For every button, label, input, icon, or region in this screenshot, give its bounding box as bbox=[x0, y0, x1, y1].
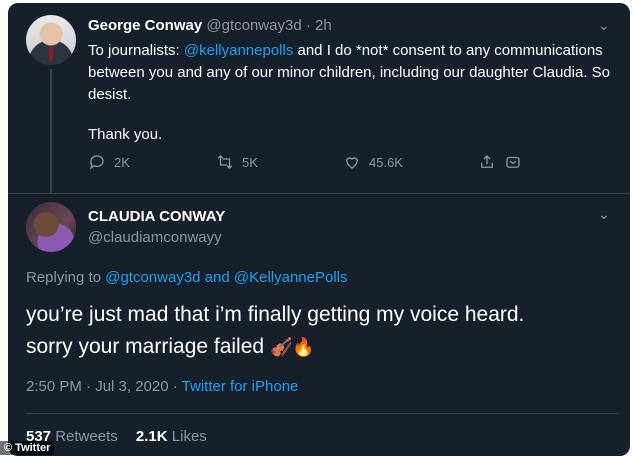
tweet-source[interactable]: Twitter for iPhone bbox=[182, 378, 299, 395]
avatar[interactable] bbox=[26, 15, 76, 65]
retweet-count: 5K bbox=[242, 154, 258, 170]
stats-divider bbox=[26, 413, 618, 414]
like-count: 45.6K bbox=[369, 154, 403, 170]
replying-to: Replying to @gtconway3d and @KellyannePo… bbox=[26, 269, 348, 286]
likes-label[interactable]: Likes bbox=[172, 428, 207, 445]
share-button[interactable] bbox=[478, 153, 522, 171]
reply-count: 2K bbox=[114, 154, 130, 170]
replying-label: Replying to bbox=[26, 269, 102, 286]
tweet-text: To journalists: @kellyannepolls and I do… bbox=[88, 40, 618, 146]
mention-link[interactable]: @KellyannePolls bbox=[234, 269, 348, 286]
reply-button[interactable]: 2K bbox=[88, 153, 130, 171]
source-watermark: © Twitter bbox=[0, 441, 55, 455]
like-icon bbox=[346, 157, 358, 169]
tweet-text-prefix: To journalists: bbox=[88, 42, 184, 59]
likes-count[interactable]: 2.1K bbox=[136, 428, 168, 445]
author-name[interactable]: CLAUDIA CONWAY bbox=[88, 208, 225, 225]
violin-fire-emoji: 🎻🔥 bbox=[269, 337, 315, 358]
tweet-meta: 2:50 PM · Jul 3, 2020 · Twitter for iPho… bbox=[26, 378, 298, 395]
author-handle[interactable]: @claudiamconwayy bbox=[88, 229, 222, 246]
dm-share-icon[interactable] bbox=[504, 153, 522, 171]
thread-connector bbox=[50, 69, 52, 193]
mention-link[interactable]: @gtconway3d bbox=[105, 269, 200, 286]
reply-icon bbox=[89, 155, 104, 170]
chevron-down-icon[interactable]: ⌄ bbox=[598, 206, 610, 223]
retweets-label[interactable]: Retweets bbox=[55, 428, 118, 445]
mention-link[interactable]: @kellyannepolls bbox=[184, 42, 293, 59]
retweet-icon bbox=[217, 155, 233, 169]
tweet-thread-card: George Conway @gtconway3d · 2h ⌄ To jour… bbox=[8, 3, 630, 456]
tweet-time[interactable]: · 2h bbox=[306, 17, 332, 34]
retweet-button[interactable]: 5K bbox=[216, 153, 258, 171]
avatar[interactable] bbox=[26, 202, 76, 252]
tweet-text-line-2: sorry your marriage failed bbox=[26, 335, 265, 358]
author-handle[interactable]: @gtconway3d bbox=[206, 17, 301, 34]
share-icon bbox=[481, 155, 493, 168]
tweet-text-line: you’re just mad that i’m finally getting… bbox=[26, 303, 525, 326]
tweet-text: you’re just mad that i’m finally getting… bbox=[26, 299, 616, 363]
tweet-timestamp[interactable]: 2:50 PM · Jul 3, 2020 · bbox=[26, 378, 178, 395]
author-name[interactable]: George Conway bbox=[88, 17, 202, 34]
like-button[interactable]: 45.6K bbox=[343, 153, 403, 171]
chevron-down-icon[interactable]: ⌄ bbox=[598, 17, 610, 34]
tweet-closing: Thank you. bbox=[88, 126, 163, 143]
tweet-text-line: sorry your marriage failed 🎻🔥 bbox=[26, 331, 616, 363]
tweet-actions: 2K 5K 45.6K bbox=[88, 153, 528, 173]
tweet-header: George Conway @gtconway3d · 2h bbox=[88, 17, 332, 34]
tweet-stats: 537 Retweets 2.1K Likes bbox=[26, 428, 221, 445]
tweet-george[interactable]: George Conway @gtconway3d · 2h ⌄ To jour… bbox=[8, 3, 630, 193]
tweet-divider bbox=[8, 193, 630, 194]
replying-and: and bbox=[204, 269, 230, 286]
